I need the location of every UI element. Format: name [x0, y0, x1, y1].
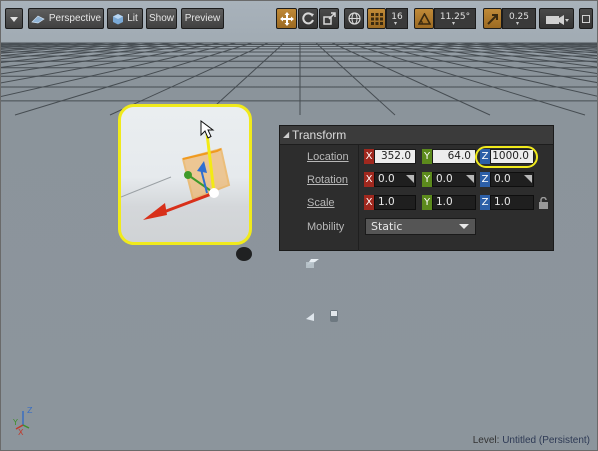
spin-handle-icon — [524, 175, 532, 183]
svg-text:Y: Y — [12, 418, 18, 427]
rotation-y-axis: Y — [422, 172, 432, 187]
translate-gizmo — [121, 120, 231, 220]
scale-z-value: 1.0 — [494, 196, 511, 208]
scale-z-axis: Z — [480, 195, 490, 210]
rotation-snap-value[interactable]: 11.25° ▾ — [434, 8, 476, 29]
scale-y-axis: Y — [422, 195, 432, 210]
perspective-icon — [31, 15, 45, 23]
world-local-icon — [347, 12, 361, 25]
world-local-button[interactable] — [344, 8, 364, 29]
lit-label: Lit — [127, 13, 138, 24]
scale-snap-toggle[interactable] — [483, 8, 502, 29]
scale-x-axis: X — [364, 195, 374, 210]
rotation-y-field[interactable]: 0.0 — [432, 172, 476, 187]
panel-divider — [358, 145, 359, 251]
rotation-x-axis: X — [364, 172, 374, 187]
grid-snap-icon — [370, 12, 383, 25]
dropdown-menu-icon — [10, 16, 18, 22]
maximize-icon — [582, 14, 590, 23]
perspective-button[interactable]: Perspective — [28, 8, 104, 29]
zoomed-gizmo-inset — [118, 104, 252, 245]
show-button[interactable]: Show — [146, 8, 177, 29]
location-y-axis: Y — [422, 149, 432, 164]
scale-y-field[interactable]: 1.0 — [432, 195, 476, 210]
location-label[interactable]: Location — [307, 151, 349, 163]
lit-button[interactable]: Lit — [107, 8, 143, 29]
perspective-label: Perspective — [48, 13, 102, 24]
level-prefix: Level: — [472, 435, 500, 446]
level-status: Level: Untitled (Persistent) — [473, 435, 590, 446]
scale-snap-value[interactable]: 0.25 ▾ — [502, 8, 536, 29]
lit-cube-icon — [113, 13, 124, 24]
rotation-label[interactable]: Rotation — [307, 174, 348, 186]
translate-mode-icon — [279, 11, 294, 26]
scale-x-value: 1.0 — [378, 196, 395, 208]
rotation-x-field[interactable]: 0.0 — [374, 172, 416, 187]
preview-label: Preview — [184, 13, 221, 24]
scale-mode-button[interactable] — [319, 8, 339, 29]
svg-text:X: X — [18, 428, 24, 437]
scale-x-field[interactable]: 1.0 — [374, 195, 416, 210]
axis-indicator-icon: Z Y X — [12, 406, 33, 437]
grid-snap-toggle[interactable] — [367, 8, 386, 29]
scale-label[interactable]: Scale — [307, 197, 335, 209]
rotate-mode-icon — [301, 12, 314, 25]
spin-handle-icon — [466, 175, 474, 183]
translate-mode-button[interactable] — [276, 8, 297, 29]
rotation-z-field[interactable]: 0.0 — [490, 172, 534, 187]
location-y-field[interactable]: 64.0 — [432, 149, 476, 164]
level-name: Untitled (Persistent) — [502, 435, 590, 446]
chevron-down-icon — [459, 224, 469, 229]
grid-snap-value[interactable]: 16 ▾ — [386, 8, 408, 29]
rotation-z-axis: Z — [480, 172, 490, 187]
player-start-icon — [306, 310, 338, 322]
scale-mode-icon — [322, 12, 336, 25]
rotate-mode-button[interactable] — [298, 8, 318, 29]
mouse-cursor-icon — [200, 120, 215, 139]
mobility-value: Static — [371, 220, 403, 233]
rotation-snap-toggle[interactable] — [414, 8, 434, 29]
camera-speed-icon — [545, 14, 569, 25]
rotation-z-value: 0.0 — [494, 173, 511, 185]
scale-z-field[interactable]: 1.0 — [490, 195, 534, 210]
scale-snap-icon — [486, 13, 498, 25]
mobility-label: Mobility — [307, 221, 345, 233]
light-actor-icon — [306, 259, 319, 268]
viewport-options-button[interactable] — [5, 8, 23, 29]
viewport[interactable]: Perspective Lit Show Preview 16 ▾ 11.25°… — [0, 0, 598, 451]
sphere-shadow — [236, 247, 252, 261]
viewport-toolbar: Perspective Lit Show Preview 16 ▾ 11.25°… — [1, 1, 597, 35]
location-x-field[interactable]: 352.0 — [374, 149, 416, 164]
location-x-axis: X — [364, 149, 374, 164]
rotation-snap-icon — [417, 12, 431, 25]
rotation-y-value: 0.0 — [436, 173, 453, 185]
transform-title: Transform — [292, 128, 347, 142]
preview-button[interactable]: Preview — [181, 8, 224, 29]
location-z-highlight — [475, 146, 538, 168]
show-label: Show — [148, 13, 174, 24]
lock-icon[interactable] — [538, 197, 550, 209]
collapse-arrow-icon: ◢ — [283, 130, 290, 139]
maximize-viewport-button[interactable] — [579, 8, 593, 29]
svg-text:Z: Z — [27, 406, 33, 415]
spin-handle-icon — [406, 175, 414, 183]
mobility-dropdown[interactable]: Static — [365, 218, 476, 235]
transform-header[interactable]: ◢ Transform — [280, 126, 553, 145]
scale-y-value: 1.0 — [436, 196, 453, 208]
rotation-x-value: 0.0 — [378, 173, 395, 185]
camera-speed-button[interactable] — [539, 8, 574, 29]
